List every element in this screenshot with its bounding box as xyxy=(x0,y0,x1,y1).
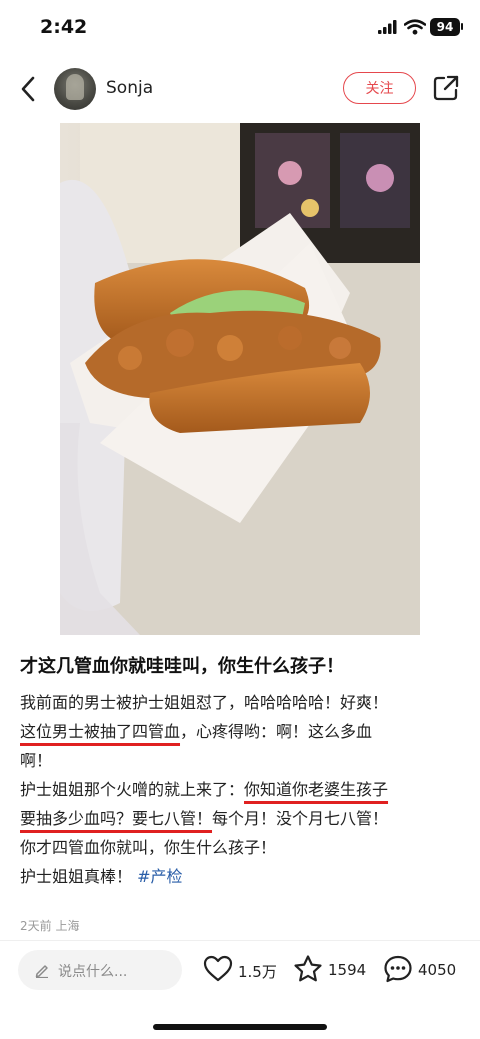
back-icon[interactable] xyxy=(14,72,44,106)
battery-tip xyxy=(461,23,463,30)
battery-level: 94 xyxy=(430,18,460,36)
body-line: 护士姐姐那个火噌的就上来了：你知道你老婆生孩子 xyxy=(20,775,468,804)
pencil-icon xyxy=(35,965,48,978)
comment-icon xyxy=(384,955,412,983)
body-line: 这位男士被抽了四管血，心疼得哟：啊！这么多血 xyxy=(20,717,468,746)
signal-icon xyxy=(378,20,397,34)
star-icon xyxy=(294,955,322,982)
comment-placeholder: 说点什么... xyxy=(58,964,128,980)
post-meta: 2天前 上海 xyxy=(20,919,80,933)
body-text: 护士姐姐真棒！ xyxy=(20,867,138,886)
favorite-button[interactable]: 1594 xyxy=(292,953,370,987)
favorite-count: 1594 xyxy=(328,961,367,979)
home-indicator[interactable] xyxy=(153,1024,327,1030)
heart-icon xyxy=(203,955,233,982)
post-header: Sonja 关注 xyxy=(0,58,480,120)
post-title: 才这几管血你就哇哇叫，你生什么孩子！ xyxy=(20,656,344,677)
body-line: 你才四管血你就叫，你生什么孩子！ xyxy=(20,838,277,857)
body-line: 啊！ xyxy=(20,751,53,770)
photo-illustration xyxy=(60,123,420,635)
like-button[interactable]: 1.5万 xyxy=(202,953,280,987)
avatar[interactable] xyxy=(54,68,96,110)
body-text: 护士姐姐那个火噌的就上来了： xyxy=(20,780,245,799)
underlined-text: 要抽多少血吗？要七八管！ xyxy=(20,809,213,828)
body-line: 要抽多少血吗？要七八管！每个月！没个月七八管！ xyxy=(20,804,468,833)
underlined-text: 你知道你老婆生孩子 xyxy=(244,780,389,799)
like-count: 1.5万 xyxy=(238,963,277,981)
body-line: 护士姐姐真棒！ #产检 xyxy=(20,862,468,891)
post-photo[interactable] xyxy=(60,123,420,635)
body-text: 每个月！没个月七八管！ xyxy=(212,809,389,828)
status-bar: 2:42 94 xyxy=(0,0,480,56)
share-icon[interactable] xyxy=(432,74,460,102)
body-text: ，心疼得哟：啊！这么多血 xyxy=(180,722,373,741)
wifi-icon xyxy=(404,19,426,35)
comment-count: 4050 xyxy=(418,961,457,979)
post-body: 我前面的男士被护士姐姐怼了，哈哈哈哈哈！好爽！ 这位男士被抽了四管血，心疼得哟：… xyxy=(20,688,468,891)
hashtag-link[interactable]: #产检 xyxy=(137,867,182,886)
username[interactable]: Sonja xyxy=(106,78,153,98)
status-time: 2:42 xyxy=(40,16,88,38)
body-line: 我前面的男士被护士姐姐怼了，哈哈哈哈哈！好爽！ xyxy=(20,693,389,712)
underlined-text: 这位男士被抽了四管血 xyxy=(20,722,181,741)
comment-button[interactable]: 4050 xyxy=(382,953,462,987)
follow-button[interactable]: 关注 xyxy=(343,72,416,104)
divider xyxy=(0,940,480,941)
comment-input[interactable]: 说点什么... xyxy=(18,950,182,990)
